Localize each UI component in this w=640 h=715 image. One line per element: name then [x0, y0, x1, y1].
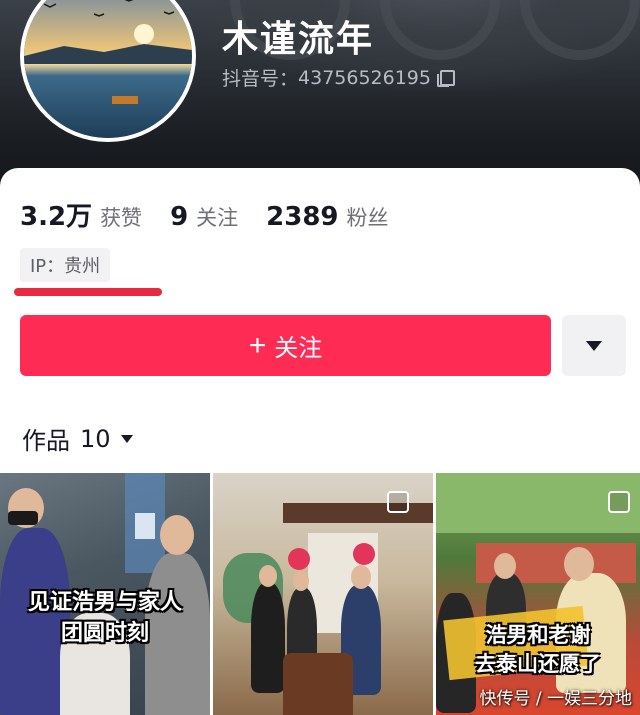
profile-page: 木谨流年 抖音号： 43756526195 3.2万 获赞 9 关注 2389 粉… [0, 0, 640, 715]
copy-icon[interactable] [437, 69, 455, 87]
checkbox-icon[interactable] [608, 491, 630, 513]
uid-value: 43756526195 [298, 66, 431, 89]
ip-location-tag: IP：贵州 [20, 248, 111, 282]
follow-button-label: 关注 [274, 335, 323, 362]
stat-likes[interactable]: 3.2万 获赞 [20, 196, 142, 233]
works-tab-label: 作品 [22, 427, 70, 455]
stat-followers-value: 2389 [266, 202, 339, 232]
thumbnail-caption: 见证浩男与家人 团圆时刻 [27, 590, 182, 646]
stat-following-value: 9 [170, 202, 189, 232]
video-thumbnail-3[interactable]: 浩男和老谢 去泰山还愿了 [436, 473, 640, 715]
watermark: 快传号 / 一娱三分地 [479, 689, 632, 709]
chevron-down-icon [586, 340, 602, 351]
works-count: 10 [80, 424, 111, 453]
uid-row: 抖音号： 43756526195 [222, 64, 455, 91]
stat-followers[interactable]: 2389 粉丝 [266, 202, 388, 232]
nickname: 木谨流年 [222, 19, 375, 60]
video-thumbnail-1[interactable]: 见证浩男与家人 团圆时刻 [0, 473, 210, 715]
stats-row: 3.2万 获赞 9 关注 2389 粉丝 [20, 196, 417, 233]
highlight-underline [14, 288, 162, 296]
video-thumbnail-2[interactable] [213, 473, 433, 715]
more-options-button[interactable] [562, 315, 626, 376]
thumbnail-caption: 浩男和老谢 去泰山还愿了 [475, 623, 601, 677]
stat-following-label: 关注 [196, 206, 239, 230]
plus-icon: + [248, 328, 267, 362]
follow-button[interactable]: + 关注 [20, 315, 551, 376]
uid-label: 抖音号： [222, 68, 299, 90]
stat-followers-label: 粉丝 [346, 206, 389, 230]
stat-likes-label: 获赞 [100, 206, 143, 230]
checkbox-icon[interactable] [387, 491, 409, 513]
stat-likes-value: 3.2万 [20, 202, 93, 232]
caret-down-icon [120, 434, 133, 443]
stat-following[interactable]: 9 关注 [170, 202, 238, 232]
tab-works[interactable]: 作品 10 [22, 421, 133, 456]
